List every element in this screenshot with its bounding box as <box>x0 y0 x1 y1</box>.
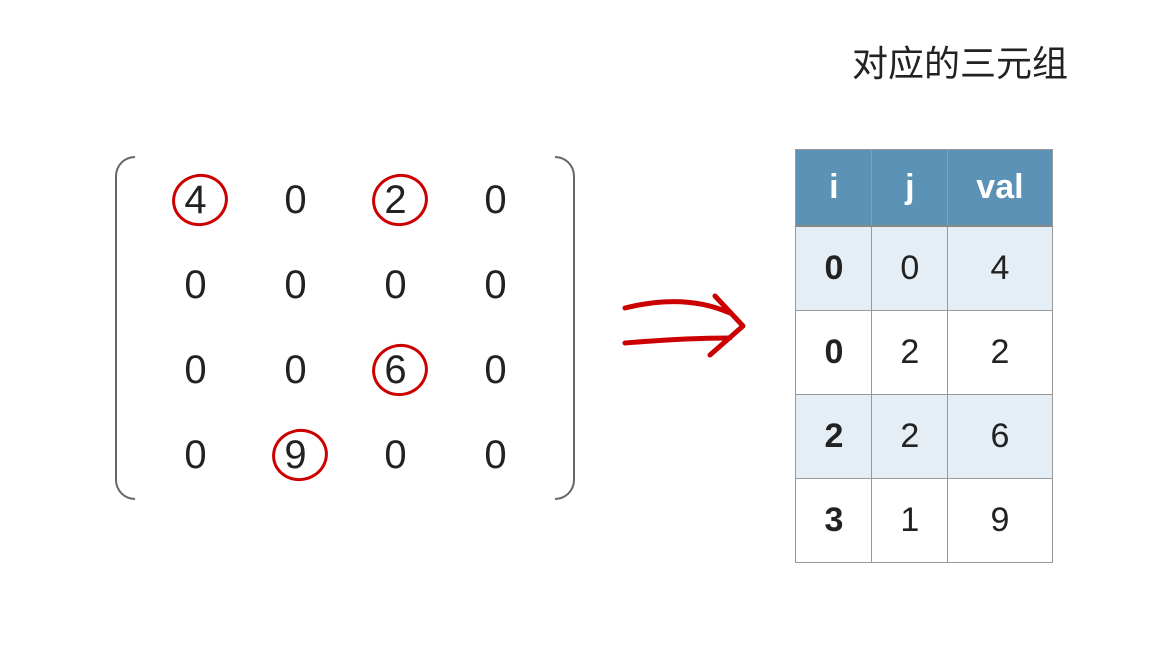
table-row: 004 <box>796 226 1052 311</box>
cell-i: 3 <box>796 478 872 562</box>
matrix-cell: 0 <box>184 433 206 478</box>
matrix-cell: 0 <box>284 263 306 308</box>
cell-i: 0 <box>796 226 872 311</box>
cell-val: 2 <box>948 310 1052 394</box>
matrix-cell: 0 <box>284 348 306 393</box>
matrix-cell: 0 <box>184 263 206 308</box>
cell-j: 1 <box>872 478 948 562</box>
table-header-row: i j val <box>796 149 1052 226</box>
table-row: 022 <box>796 310 1052 394</box>
table-row: 226 <box>796 394 1052 478</box>
table-section: i j val 004022226319 <box>795 94 1052 563</box>
circle-mark-icon <box>268 424 334 487</box>
matrix-cell: 2 <box>384 178 406 223</box>
matrix-cell: 4 <box>184 178 206 223</box>
matrix-cell: 0 <box>484 263 506 308</box>
cell-j: 0 <box>872 226 948 311</box>
matrix-cell: 0 <box>384 433 406 478</box>
circle-mark-icon <box>368 339 434 402</box>
matrix-bracket-right <box>555 156 575 500</box>
matrix-cell: 0 <box>484 433 506 478</box>
arrow-icon <box>615 258 755 398</box>
header-val: val <box>948 149 1052 226</box>
cell-j: 2 <box>872 394 948 478</box>
matrix-cell: 9 <box>284 433 306 478</box>
cell-i: 0 <box>796 310 872 394</box>
matrix-cell: 0 <box>384 263 406 308</box>
matrix-cell: 0 <box>184 348 206 393</box>
matrix-bracket-left <box>115 156 135 500</box>
triple-table-title: 对应的三元组 <box>852 35 1068 87</box>
matrix-cell: 0 <box>484 348 506 393</box>
matrix-section: 4 0 2 0 0 0 0 0 0 0 6 0 0 9 0 0 <box>115 156 575 500</box>
matrix-cell: 0 <box>484 178 506 223</box>
cell-i: 2 <box>796 394 872 478</box>
table-row: 319 <box>796 478 1052 562</box>
matrix-cell: 0 <box>284 178 306 223</box>
cell-j: 2 <box>872 310 948 394</box>
matrix-cell: 6 <box>384 348 406 393</box>
matrix-grid: 4 0 2 0 0 0 0 0 0 0 6 0 0 9 0 0 <box>135 158 555 498</box>
circle-mark-icon <box>168 169 234 232</box>
cell-val: 4 <box>948 226 1052 311</box>
header-j: j <box>872 149 948 226</box>
circle-mark-icon <box>368 169 434 232</box>
triple-table: i j val 004022226319 <box>795 149 1052 563</box>
cell-val: 6 <box>948 394 1052 478</box>
header-i: i <box>796 149 872 226</box>
diagram-container: 4020000000600900 i j val 004022226319 <box>30 30 1138 626</box>
cell-val: 9 <box>948 478 1052 562</box>
